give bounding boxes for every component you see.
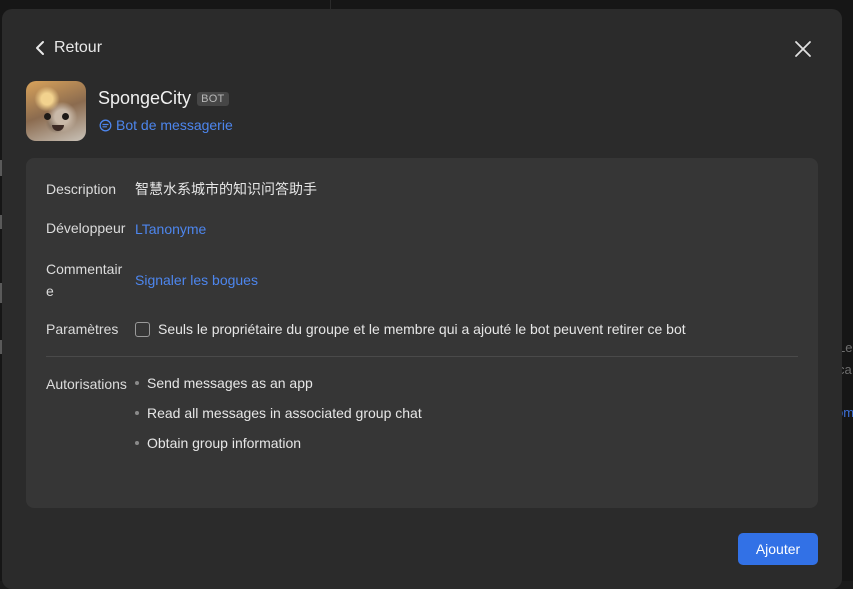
section-divider bbox=[46, 356, 798, 357]
permission-item: Send messages as an app bbox=[135, 375, 313, 391]
close-button[interactable] bbox=[794, 40, 812, 58]
chat-bubble-icon bbox=[99, 119, 112, 132]
settings-label: Paramètres bbox=[46, 318, 128, 340]
chevron-left-icon bbox=[34, 40, 46, 56]
back-button[interactable]: Retour bbox=[34, 39, 102, 57]
bullet-icon bbox=[135, 411, 139, 415]
back-label: Retour bbox=[54, 39, 102, 57]
bot-details-dialog: Retour SpongeCity BOT Bot de messagerie … bbox=[2, 9, 842, 589]
bot-info-card: Description 智慧水系城市的知识问答助手 Développeur LT… bbox=[26, 158, 818, 508]
bot-title: SpongeCity BOT bbox=[98, 88, 229, 109]
settings-option: Seuls le propriétaire du groupe et le me… bbox=[135, 318, 686, 340]
report-bugs-link[interactable]: Signaler les bogues bbox=[135, 269, 258, 291]
settings-checkbox-label: Seuls le propriétaire du groupe et le me… bbox=[158, 321, 686, 337]
permission-item: Obtain group information bbox=[135, 435, 301, 451]
bot-badge: BOT bbox=[197, 92, 229, 106]
avatar-eye bbox=[44, 113, 51, 120]
add-bot-button[interactable]: Ajouter bbox=[738, 533, 818, 565]
description-label: Description bbox=[46, 178, 128, 200]
permission-text: Send messages as an app bbox=[147, 375, 313, 391]
bot-type-label: Bot de messagerie bbox=[116, 117, 233, 133]
permission-item: Read all messages in associated group ch… bbox=[135, 405, 422, 421]
permission-text: Read all messages in associated group ch… bbox=[147, 405, 422, 421]
description-value: 智慧水系城市的知识问答助手 bbox=[135, 178, 317, 200]
bot-name: SpongeCity bbox=[98, 88, 191, 109]
avatar-eye bbox=[62, 113, 69, 120]
permissions-label: Autorisations bbox=[46, 373, 128, 395]
developer-link[interactable]: LTanonyme bbox=[135, 218, 206, 240]
close-icon bbox=[794, 40, 812, 58]
comment-label: Commentaire bbox=[46, 258, 128, 302]
bot-avatar bbox=[26, 81, 86, 141]
avatar-mouth bbox=[52, 125, 64, 131]
bullet-icon bbox=[135, 381, 139, 385]
bullet-icon bbox=[135, 441, 139, 445]
bot-type: Bot de messagerie bbox=[99, 117, 233, 133]
developer-label: Développeur bbox=[46, 217, 128, 239]
permission-text: Obtain group information bbox=[147, 435, 301, 451]
remove-permission-checkbox[interactable] bbox=[135, 322, 150, 337]
